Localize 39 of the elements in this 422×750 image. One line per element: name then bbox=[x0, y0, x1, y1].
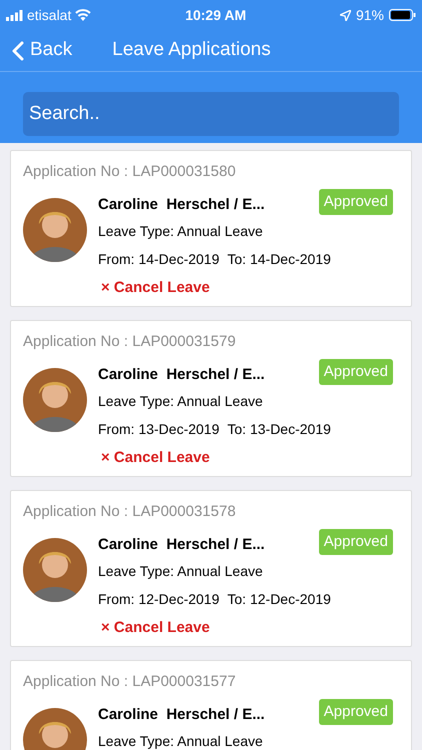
status-badge: Approved bbox=[318, 189, 393, 215]
battery-icon bbox=[389, 9, 416, 21]
search-field[interactable]: Search.. bbox=[23, 92, 399, 136]
from-date: From: 14-Dec-2019 bbox=[98, 250, 220, 269]
status-badge: Approved bbox=[318, 699, 393, 725]
leave-type: Leave Type: Annual Leave bbox=[98, 732, 264, 750]
employee-name: Caroline Herschel / E... bbox=[98, 195, 265, 215]
status-badge: Approved bbox=[318, 359, 393, 385]
chevron-left-icon bbox=[12, 40, 24, 60]
battery-percent: 91% bbox=[356, 6, 384, 24]
application-card[interactable]: Application No : LAP000031580 Caroline Herschel / E... Approved Leave Type: Annual Leave From: 14-Dec-2019 To: 14-Dec-2019 × Cancel Leave bbox=[10, 150, 412, 307]
employee-name: Caroline Herschel / E... bbox=[98, 535, 265, 555]
employee-name: Caroline Herschel / E... bbox=[98, 705, 265, 725]
location-arrow-icon bbox=[340, 10, 351, 20]
from-date: From: 13-Dec-2019 bbox=[98, 420, 220, 439]
leave-type: Leave Type: Annual Leave bbox=[98, 222, 264, 241]
to-date: To: 14-Dec-2019 bbox=[227, 250, 331, 269]
application-number: Application No : LAP000031578 bbox=[23, 502, 237, 522]
status-badge: Approved bbox=[318, 529, 393, 555]
leave-type: Leave Type: Annual Leave bbox=[98, 562, 264, 581]
signal-icon bbox=[6, 10, 23, 20]
application-number: Application No : LAP000031577 bbox=[23, 672, 237, 692]
application-number: Application No : LAP000031579 bbox=[23, 332, 237, 352]
application-card[interactable]: Application No : LAP000031577 Caroline Herschel / E... Approved Leave Type: Annual Leave bbox=[10, 660, 412, 750]
from-date: From: 12-Dec-2019 bbox=[98, 590, 220, 609]
page-title: Leave Applications bbox=[112, 38, 271, 62]
clock-time: 10:29 AM bbox=[185, 6, 246, 24]
application-card[interactable]: Application No : LAP000031578 Caroline Herschel / E... Approved Leave Type: Annual Leave From: 12-Dec-2019 To: 12-Dec-2019 × Cancel Leave bbox=[10, 490, 412, 647]
leave-type: Leave Type: Annual Leave bbox=[98, 392, 264, 411]
cancel-leave-link[interactable]: × Cancel Leave bbox=[101, 278, 210, 298]
wifi-icon bbox=[75, 9, 92, 21]
to-date: To: 13-Dec-2019 bbox=[227, 420, 331, 439]
application-number: Application No : LAP000031580 bbox=[23, 162, 237, 182]
cancel-leave-link[interactable]: × Cancel Leave bbox=[101, 618, 210, 638]
employee-name: Caroline Herschel / E... bbox=[98, 365, 265, 385]
to-date: To: 12-Dec-2019 bbox=[227, 590, 331, 609]
carrier-name: etisalat bbox=[27, 6, 72, 24]
application-card[interactable]: Application No : LAP000031579 Caroline Herschel / E... Approved Leave Type: Annual Leave From: 13-Dec-2019 To: 13-Dec-2019 × Cancel Leave bbox=[10, 320, 412, 477]
cancel-leave-link[interactable]: × Cancel Leave bbox=[101, 448, 210, 468]
